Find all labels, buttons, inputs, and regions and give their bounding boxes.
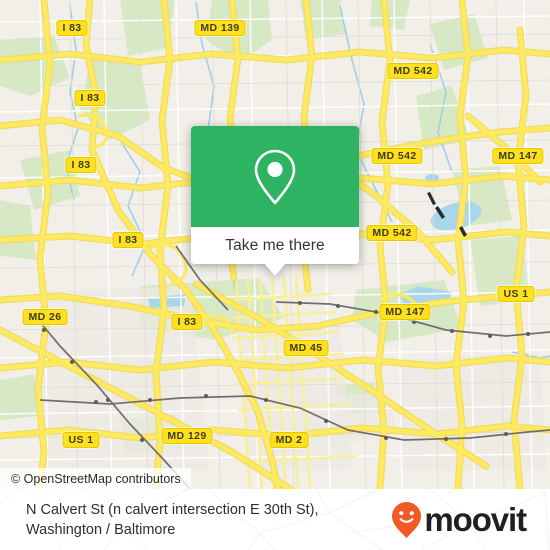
road-shield: MD 542 [371,148,423,164]
road-shield: MD 542 [387,63,439,79]
road-shield: MD 129 [161,428,213,444]
attribution-text: © OpenStreetMap contributors [11,471,181,486]
moovit-wordmark: moovit [424,501,527,538]
road-shield: I 83 [74,90,106,106]
road-shield: MD 147 [492,148,544,164]
place-name: N Calvert St (n calvert intersection E 3… [26,500,319,540]
place-name-line1: N Calvert St (n calvert intersection E 3… [26,501,319,518]
moovit-map-share-card: I 83 MD 139 MD 542 I 83 MD 542 MD 147 I … [0,0,550,550]
road-shield: I 83 [171,314,203,330]
road-shield: MD 147 [379,304,431,320]
road-shield: MD 45 [283,340,329,356]
road-shield: US 1 [497,286,535,302]
take-me-there-label: Take me there [225,236,325,254]
road-shield: US 1 [62,432,100,448]
footer-bar: N Calvert St (n calvert intersection E 3… [0,489,550,550]
callout-pointer [264,263,286,276]
road-shield: I 83 [65,157,97,173]
road-shield: I 83 [56,20,88,36]
road-shield: MD 139 [194,20,246,36]
map-attribution[interactable]: © OpenStreetMap contributors [0,468,191,489]
moovit-logo[interactable]: moovit [391,501,536,539]
callout-body: Take me there [191,126,359,264]
road-shield: MD 26 [22,309,68,325]
road-shield: MD 2 [269,432,309,448]
moovit-smiley-pin-icon [392,501,422,538]
take-me-there-callout[interactable]: Take me there [191,126,359,276]
place-name-line2: Washington / Baltimore [26,521,176,538]
location-pin-icon [254,149,296,204]
road-shield: I 83 [112,232,144,248]
road-shield: MD 542 [366,225,418,241]
map-canvas[interactable]: I 83 MD 139 MD 542 I 83 MD 542 MD 147 I … [0,0,550,489]
callout-action[interactable]: Take me there [191,227,359,264]
callout-header [191,126,359,227]
footer-content: N Calvert St (n calvert intersection E 3… [0,489,550,550]
